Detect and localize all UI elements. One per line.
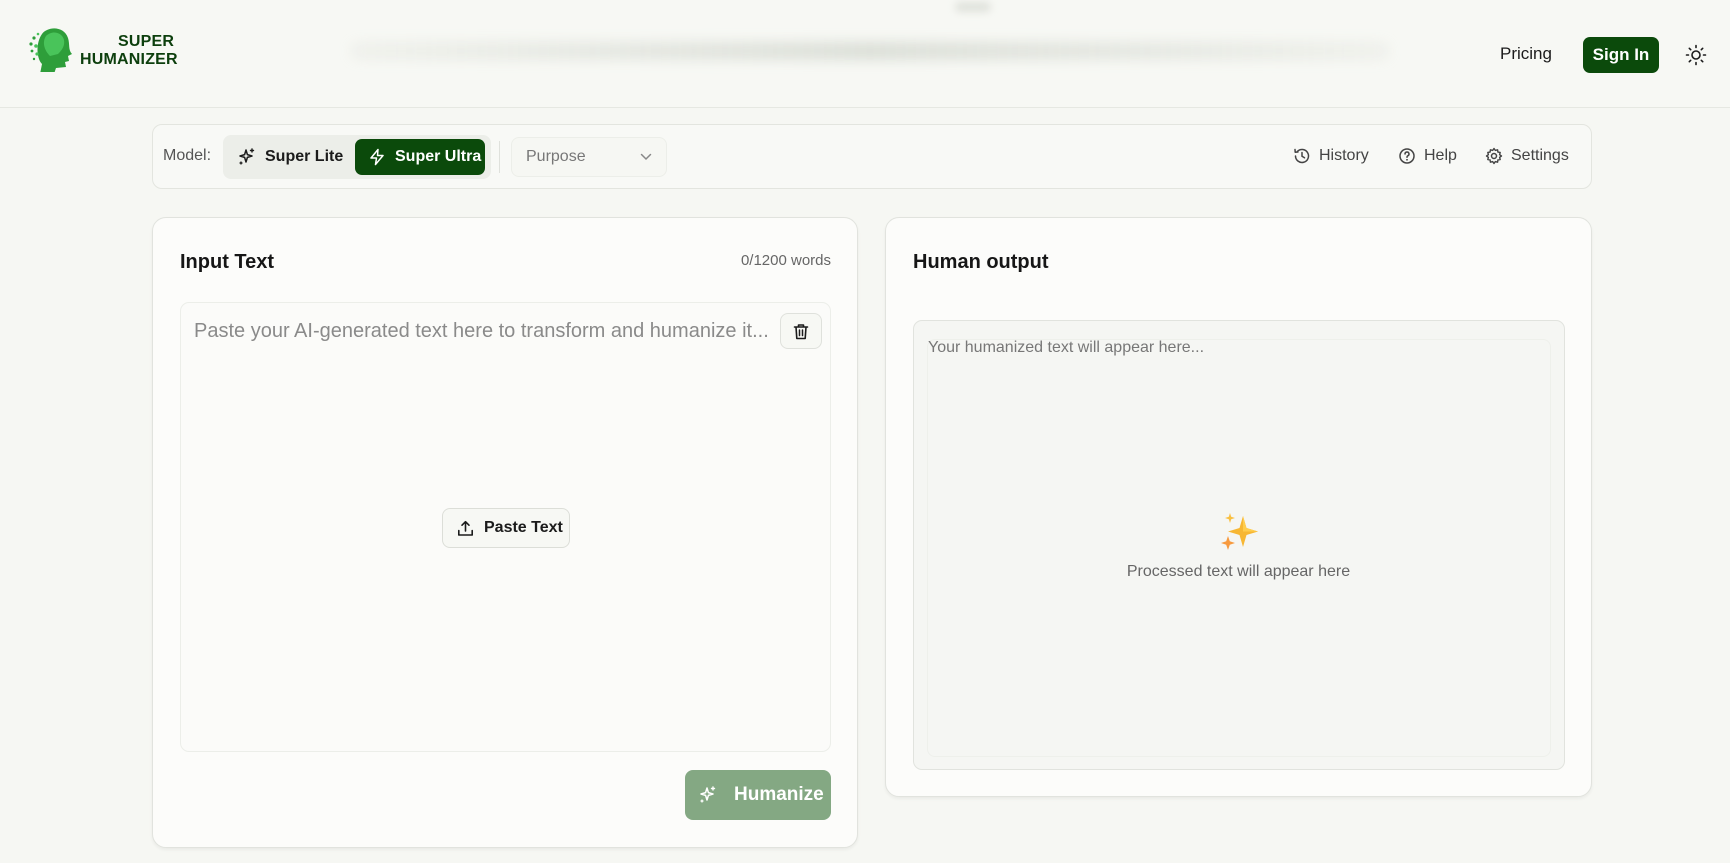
model-selector: Super Lite Super Ultra: [223, 135, 491, 179]
output-panel: Human output Your humanized text will ap…: [885, 217, 1592, 797]
clear-text-button[interactable]: [780, 313, 822, 349]
paste-text-label: Paste Text: [484, 519, 563, 536]
model-super-lite-label: Super Lite: [265, 148, 344, 165]
trash-icon: [793, 324, 809, 340]
input-textarea[interactable]: Paste your AI-generated text here to tra…: [180, 302, 831, 752]
model-toolbar: Model: Super Lite Super Ultra Purpose Hi…: [152, 124, 1592, 189]
sun-icon[interactable]: [1685, 44, 1707, 66]
logo-head-icon: [29, 28, 72, 72]
chevron-down-icon: [640, 153, 652, 161]
sign-in-button[interactable]: Sign In: [1583, 37, 1659, 73]
output-empty-message: Processed text will appear here: [1126, 563, 1351, 580]
paste-text-button[interactable]: Paste Text: [442, 508, 570, 548]
settings-label: Settings: [1511, 147, 1569, 164]
model-super-ultra-button[interactable]: Super Ultra: [355, 139, 485, 175]
model-super-lite-button[interactable]: Super Lite: [225, 139, 349, 175]
super-humanizer-logo[interactable]: SUPER HUMANIZER: [28, 24, 178, 74]
purpose-select-label: Purpose: [526, 148, 586, 165]
output-placeholder: Your humanized text will appear here...: [928, 339, 1205, 356]
humanize-label: Humanize: [734, 784, 824, 805]
settings-button[interactable]: Settings: [1485, 146, 1569, 166]
lightning-icon: [370, 148, 384, 166]
sparkles-icon: [239, 148, 255, 165]
logo-text-super: SUPER: [118, 33, 175, 50]
help-button[interactable]: Help: [1398, 146, 1457, 166]
model-label: Model:: [163, 147, 212, 164]
input-placeholder: Paste your AI-generated text here to tra…: [194, 320, 769, 342]
sparkles-icon: [700, 786, 716, 803]
input-panel-title: Input Text: [180, 251, 275, 273]
purpose-select[interactable]: Purpose: [511, 137, 667, 177]
sparkles-emoji-icon: [1221, 513, 1258, 550]
help-circle-icon: [1399, 148, 1415, 164]
help-label: Help: [1424, 147, 1457, 164]
pricing-link[interactable]: Pricing: [1500, 44, 1552, 64]
history-button[interactable]: History: [1293, 146, 1369, 166]
gear-icon: [1485, 147, 1503, 165]
history-icon: [1294, 148, 1310, 164]
humanize-button[interactable]: Humanize: [685, 770, 831, 820]
history-label: History: [1319, 147, 1369, 164]
word-count: 0/1200 words: [740, 252, 831, 269]
top-header: SUPER HUMANIZER Pricing Sign In: [0, 0, 1730, 108]
output-panel-title: Human output: [913, 251, 1049, 273]
upload-icon: [458, 520, 473, 536]
blurred-decoration: [955, 2, 991, 12]
toolbar-divider: [499, 141, 500, 173]
input-panel: Input Text 0/1200 words Paste your AI-ge…: [152, 217, 858, 848]
logo-text-humanizer: HUMANIZER: [80, 51, 178, 68]
blurred-tagline: [350, 42, 1390, 60]
model-super-ultra-label: Super Ultra: [395, 148, 482, 165]
